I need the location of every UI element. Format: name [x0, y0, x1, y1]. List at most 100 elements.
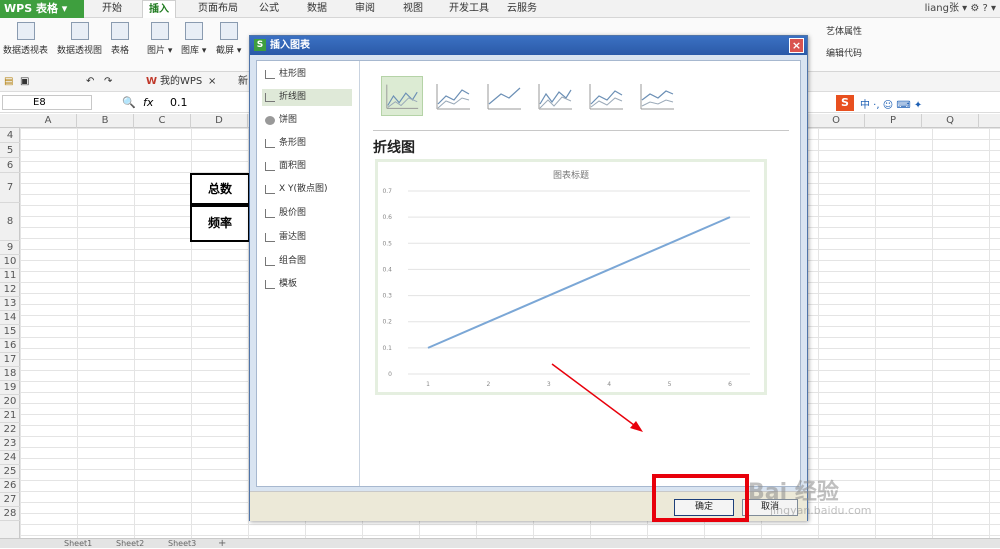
- cell-d8-frequency[interactable]: 频率: [190, 205, 250, 242]
- fx-label[interactable]: fx: [143, 96, 153, 109]
- row-header-22[interactable]: 22: [0, 423, 20, 437]
- chart-type-list: 柱形图 折线图 饼图 条形图 面积图 X Y(散点图) 股价图 雷达图 组合图 …: [257, 61, 360, 486]
- row-header-21[interactable]: 21: [0, 409, 20, 423]
- dialog-title-bar[interactable]: S 插入图表: [250, 36, 807, 55]
- doc-tab-new[interactable]: 新: [238, 75, 248, 89]
- pivot-chart-button[interactable]: 数据透视图: [57, 22, 102, 56]
- scatter-chart-icon: [265, 185, 275, 194]
- pivot-chart-label: 数据透视图: [57, 46, 103, 56]
- row-header-20[interactable]: 20: [0, 395, 20, 409]
- tab-formulas[interactable]: 公式: [259, 0, 279, 18]
- divider: [373, 130, 789, 131]
- edit-code-button[interactable]: 编辑代码: [826, 46, 862, 59]
- app-menu-button[interactable]: WPS 表格 ▾: [0, 0, 84, 18]
- col-header-b[interactable]: B: [77, 114, 134, 128]
- redo-icon[interactable]: ↷: [104, 75, 112, 89]
- col-header-p[interactable]: P: [865, 114, 922, 128]
- screenshot-button[interactable]: 截屏 ▾: [216, 22, 241, 56]
- chart-type-label: 面积图: [279, 161, 307, 171]
- chart-type-template[interactable]: 模板: [262, 276, 352, 293]
- tab-page-layout[interactable]: 页面布局: [198, 0, 238, 18]
- doc-tab-my-wps[interactable]: 我的WPS: [160, 75, 202, 89]
- row-header-24[interactable]: 24: [0, 451, 20, 465]
- y-tick-label: 0.2: [382, 319, 392, 326]
- line-subtype-3-icon[interactable]: [483, 76, 525, 116]
- screenshot-icon: [219, 22, 238, 40]
- line-subtype-4-icon[interactable]: [534, 76, 576, 116]
- row-header-4[interactable]: 4: [0, 128, 20, 143]
- row-header-10[interactable]: 10: [0, 255, 20, 269]
- pivot-table-button[interactable]: 数据透视表: [3, 22, 48, 56]
- pivot-table-label: 数据透视表: [3, 46, 49, 56]
- chart-type-radar[interactable]: 雷达图: [262, 229, 352, 246]
- row-header-15[interactable]: 15: [0, 325, 20, 339]
- row-header-19[interactable]: 19: [0, 381, 20, 395]
- picture-button[interactable]: 图片 ▾: [147, 22, 172, 56]
- open-folder-icon[interactable]: ▤: [4, 75, 13, 89]
- chart-type-stock[interactable]: 股价图: [262, 205, 352, 222]
- col-header-d[interactable]: D: [191, 114, 248, 128]
- user-name: liang张: [924, 3, 959, 14]
- formula-input[interactable]: 0.1: [170, 95, 188, 110]
- tab-developer[interactable]: 开发工具: [449, 0, 489, 18]
- tab-view[interactable]: 视图: [403, 0, 423, 18]
- row-header-25[interactable]: 25: [0, 465, 20, 479]
- cell-d7-total[interactable]: 总数: [190, 173, 250, 205]
- chart-type-combo[interactable]: 组合图: [262, 253, 352, 270]
- chart-type-pie[interactable]: 饼图: [262, 112, 352, 129]
- y-tick-label: 0.5: [382, 240, 392, 247]
- wps-logo-icon: S: [254, 39, 266, 51]
- gallery-button[interactable]: 图库 ▾: [181, 22, 206, 56]
- x-tick-label: 2: [486, 381, 490, 388]
- row-header-12[interactable]: 12: [0, 283, 20, 297]
- bar-chart-icon: [265, 139, 275, 148]
- tab-insert[interactable]: 插入: [142, 0, 176, 18]
- undo-icon[interactable]: ↶: [86, 75, 94, 89]
- row-header-6[interactable]: 6: [0, 158, 20, 173]
- row-header-5[interactable]: 5: [0, 143, 20, 158]
- col-header-c[interactable]: C: [134, 114, 191, 128]
- line-subtype-6-icon[interactable]: [636, 76, 678, 116]
- chart-type-scatter[interactable]: X Y(散点图): [262, 181, 352, 198]
- save-icon[interactable]: ▣: [20, 75, 29, 89]
- tab-home[interactable]: 开始: [102, 0, 122, 18]
- line-subtype-1-icon[interactable]: [381, 76, 423, 116]
- doc-tab-close-icon[interactable]: ×: [208, 75, 216, 89]
- row-header-13[interactable]: 13: [0, 297, 20, 311]
- user-area[interactable]: liang张 ▾ ⚙ ? ▾: [925, 0, 996, 18]
- chart-type-bar[interactable]: 条形图: [262, 135, 352, 152]
- row-header-16[interactable]: 16: [0, 339, 20, 353]
- row-header-26[interactable]: 26: [0, 479, 20, 493]
- tab-review[interactable]: 审阅: [355, 0, 375, 18]
- row-header-18[interactable]: 18: [0, 367, 20, 381]
- line-subtype-2-icon[interactable]: [432, 76, 474, 116]
- art-text-properties-button[interactable]: 艺体属性: [826, 24, 862, 37]
- row-header-23[interactable]: 23: [0, 437, 20, 451]
- sogou-ime-icon[interactable]: S: [836, 95, 854, 111]
- table-button[interactable]: 表格: [111, 22, 129, 56]
- row-header-17[interactable]: 17: [0, 353, 20, 367]
- col-header-a[interactable]: A: [20, 114, 77, 128]
- name-box[interactable]: E8: [2, 95, 92, 110]
- zoom-icon[interactable]: 🔍: [122, 96, 136, 109]
- col-header-o[interactable]: O: [808, 114, 865, 128]
- row-header-8[interactable]: 8: [0, 203, 20, 241]
- ime-toolbar[interactable]: 中 ·, ☺ ⌨ ✦: [860, 96, 922, 111]
- close-icon[interactable]: ×: [789, 38, 804, 53]
- row-header-9[interactable]: 9: [0, 241, 20, 255]
- dialog-title: 插入图表: [270, 40, 310, 51]
- line-subtype-5-icon[interactable]: [585, 76, 627, 116]
- tab-data[interactable]: 数据: [307, 0, 327, 18]
- row-header-27[interactable]: 27: [0, 493, 20, 507]
- col-header-q[interactable]: Q: [922, 114, 979, 128]
- row-header-14[interactable]: 14: [0, 311, 20, 325]
- chart-type-line[interactable]: 折线图: [262, 89, 352, 106]
- pie-chart-icon: [265, 116, 275, 125]
- row-header-11[interactable]: 11: [0, 269, 20, 283]
- row-header-7[interactable]: 7: [0, 173, 20, 203]
- row-header-28[interactable]: 28: [0, 507, 20, 521]
- chart-type-column[interactable]: 柱形图: [262, 66, 352, 83]
- tab-cloud-service[interactable]: 云服务: [507, 0, 537, 18]
- chart-type-area[interactable]: 面积图: [262, 158, 352, 175]
- dialog-body: 柱形图 折线图 饼图 条形图 面积图 X Y(散点图) 股价图 雷达图 组合图 …: [256, 60, 801, 487]
